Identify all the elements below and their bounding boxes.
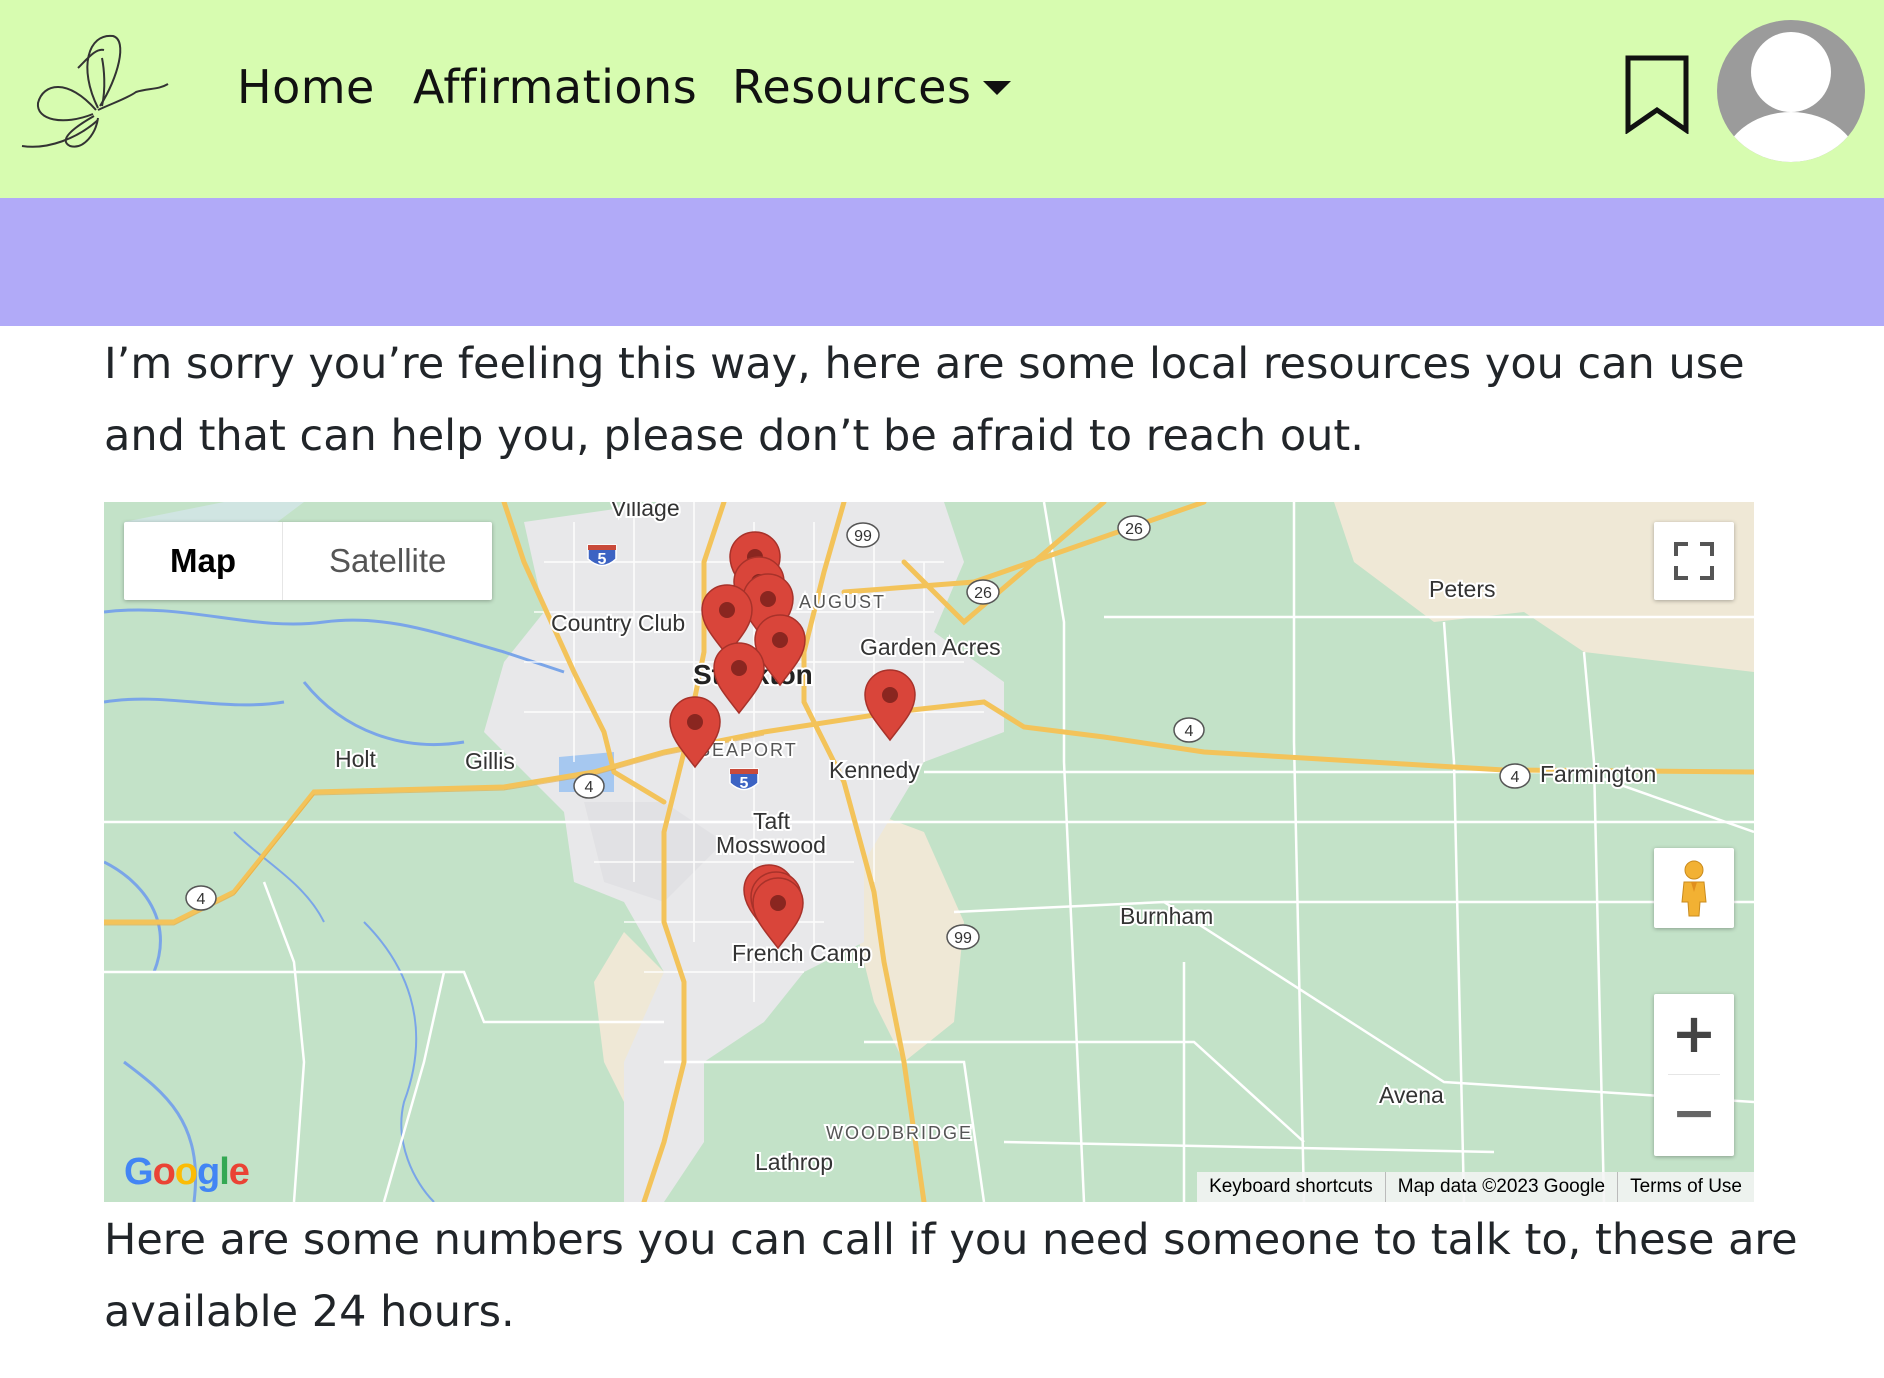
zoom-control: + − bbox=[1654, 994, 1734, 1156]
nav-resources-label: Resources bbox=[732, 60, 972, 114]
user-avatar[interactable] bbox=[1717, 20, 1865, 162]
fullscreen-button[interactable] bbox=[1654, 522, 1734, 600]
butterfly-logo-icon[interactable] bbox=[18, 28, 190, 153]
map-markers[interactable] bbox=[104, 502, 1754, 1202]
map-type-satellite-button[interactable]: Satellite bbox=[283, 522, 492, 600]
map-type-control: Map Satellite bbox=[124, 522, 493, 600]
map-marker-pin-icon bbox=[864, 669, 916, 741]
terms-of-use-link[interactable]: Terms of Use bbox=[1617, 1172, 1754, 1202]
map-marker-pin-icon bbox=[669, 696, 721, 768]
map-data-credit: Map data ©2023 Google bbox=[1384, 1172, 1617, 1202]
fullscreen-icon bbox=[1674, 542, 1714, 580]
intro-text: I’m sorry you’re feeling this way, here … bbox=[104, 339, 1745, 461]
map-marker-pin-icon bbox=[713, 642, 765, 714]
zoom-out-button[interactable]: − bbox=[1654, 1075, 1734, 1155]
nav-affirmations-link[interactable]: Affirmations bbox=[413, 60, 697, 114]
banner bbox=[0, 198, 1884, 326]
pegman-icon bbox=[1681, 860, 1707, 917]
map-attribution: Keyboard shortcuts Map data ©2023 Google… bbox=[1197, 1172, 1754, 1202]
caret-down-icon bbox=[983, 80, 1012, 95]
phone-numbers-intro-text: Here are some numbers you can call if yo… bbox=[104, 1215, 1798, 1337]
nav-home-link[interactable]: Home bbox=[237, 60, 375, 114]
map-type-map-button[interactable]: Map bbox=[124, 522, 283, 600]
google-map[interactable]: Village Country Club Stockton AUGUST Gar… bbox=[104, 502, 1754, 1202]
nav-resources-dropdown[interactable]: Resources bbox=[732, 60, 1012, 114]
map-marker-pin-icon bbox=[752, 877, 804, 949]
navbar: Home Affirmations Resources bbox=[0, 0, 1884, 198]
street-view-pegman-button[interactable] bbox=[1654, 848, 1734, 928]
zoom-in-button[interactable]: + bbox=[1654, 994, 1734, 1074]
keyboard-shortcuts-link[interactable]: Keyboard shortcuts bbox=[1197, 1172, 1385, 1202]
google-logo: Google bbox=[124, 1151, 250, 1193]
bookmark-icon[interactable] bbox=[1624, 54, 1690, 134]
